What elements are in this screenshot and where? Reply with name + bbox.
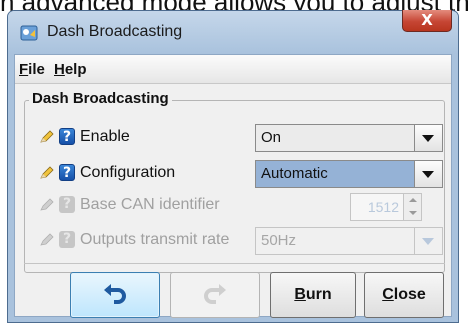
app-icon bbox=[20, 25, 38, 41]
base-can-identifier-value: 1512 bbox=[367, 199, 399, 215]
burn-label-rest: urn bbox=[305, 286, 332, 303]
menu-help-mnemonic: H bbox=[54, 61, 65, 78]
menu-help-rest: elp bbox=[64, 61, 87, 78]
configuration-value: Automatic bbox=[261, 165, 328, 182]
redo-icon bbox=[204, 284, 226, 304]
configuration-select[interactable]: Automatic bbox=[255, 160, 443, 188]
configuration-label: Configuration bbox=[80, 164, 176, 181]
chevron-down-icon[interactable] bbox=[414, 125, 442, 151]
undo-button[interactable] bbox=[70, 272, 160, 318]
help-icon[interactable]: ? bbox=[59, 164, 75, 181]
chevron-down-icon[interactable] bbox=[414, 161, 442, 187]
window-title: Dash Broadcasting bbox=[47, 23, 183, 40]
base-can-identifier-label: Base CAN identifier bbox=[80, 196, 220, 213]
pencil-icon[interactable] bbox=[39, 130, 55, 144]
outputs-transmit-rate-value: 50Hz bbox=[261, 232, 297, 249]
menu-file[interactable]: File bbox=[19, 61, 45, 78]
title-bar[interactable]: Dash Broadcasting X bbox=[8, 10, 458, 54]
help-icon: ? bbox=[59, 196, 75, 213]
menu-help[interactable]: Help bbox=[54, 61, 87, 78]
help-icon[interactable]: ? bbox=[59, 128, 75, 145]
spinner-down-icon[interactable] bbox=[403, 207, 421, 220]
undo-icon bbox=[104, 284, 126, 304]
help-icon: ? bbox=[59, 231, 75, 248]
burn-button[interactable]: Burn bbox=[270, 272, 356, 318]
menu-file-rest: ile bbox=[28, 61, 45, 78]
close-button[interactable]: Close bbox=[364, 272, 444, 318]
pencil-icon bbox=[40, 233, 54, 246]
enable-select[interactable]: On bbox=[255, 124, 443, 152]
menu-bar: File Help bbox=[15, 55, 451, 84]
outputs-transmit-rate-select[interactable]: 50Hz bbox=[255, 227, 443, 255]
redo-button[interactable] bbox=[170, 272, 260, 318]
outputs-transmit-rate-label: Outputs transmit rate bbox=[80, 231, 230, 248]
group-title: Dash Broadcasting bbox=[29, 90, 172, 107]
close-label-rest: lose bbox=[393, 286, 426, 303]
enable-label: Enable bbox=[80, 128, 130, 145]
pencil-icon[interactable] bbox=[39, 166, 55, 180]
burn-mnemonic: B bbox=[294, 286, 306, 303]
window-client-area: File Help Dash Broadcasting ? Enable On … bbox=[14, 54, 452, 318]
button-divider bbox=[24, 263, 445, 264]
window-close-button[interactable]: X bbox=[402, 10, 452, 32]
dash-broadcasting-window: Dash Broadcasting X File Help Dash Broad… bbox=[7, 10, 459, 323]
spinner-up-icon[interactable] bbox=[403, 194, 421, 208]
enable-value: On bbox=[261, 129, 282, 146]
menu-file-mnemonic: F bbox=[19, 61, 29, 78]
chevron-down-icon bbox=[414, 228, 442, 254]
close-mnemonic: C bbox=[382, 286, 394, 303]
base-can-identifier-spinner[interactable]: 1512 bbox=[350, 193, 422, 221]
pencil-icon bbox=[40, 198, 54, 211]
